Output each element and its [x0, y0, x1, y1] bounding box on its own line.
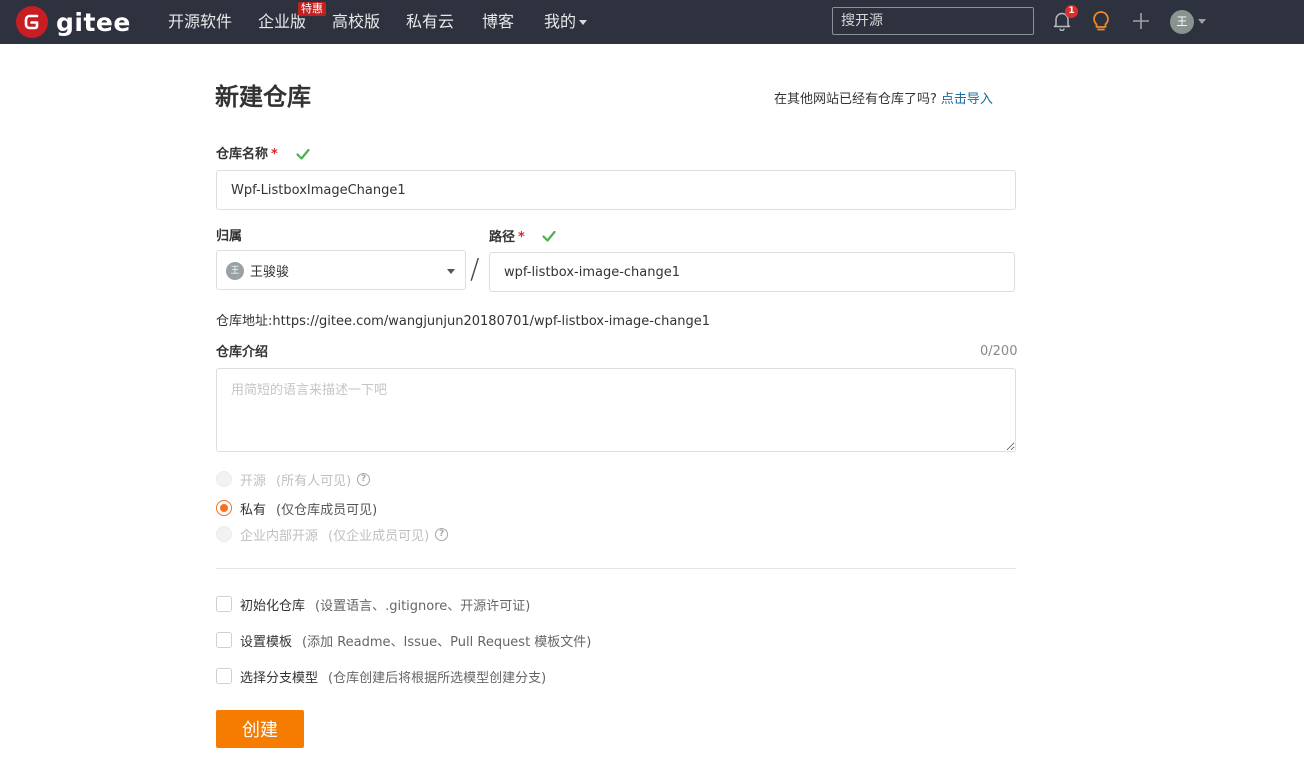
required-mark: *	[518, 230, 525, 245]
template-label: 设置模板	[240, 634, 293, 650]
template-sub: (添加 Readme、Issue、Pull Request 模板文件)	[302, 634, 592, 650]
create-button[interactable]: 创建	[216, 710, 304, 748]
repo-name-input[interactable]	[216, 170, 1016, 210]
visibility-internal-option[interactable]: 企业内部开源 (仅企业成员可见) ?	[216, 525, 449, 544]
help-icon[interactable]: ?	[357, 472, 371, 486]
path-separator: /	[470, 252, 480, 285]
promo-badge: 特惠	[298, 2, 326, 16]
radio-internal-sub: (仅企业成员可见)	[328, 528, 430, 544]
repo-name-label: 仓库名称 *	[216, 146, 278, 164]
help-icon[interactable]: ?	[435, 527, 449, 541]
top-navbar: gitee 开源软件 企业版 特惠 高校版 私有云 博客 我的 1 王	[0, 0, 1304, 44]
radio-private-sub: (仅仓库成员可见)	[276, 502, 378, 518]
visibility-public-option[interactable]: 开源 (所有人可见) ?	[216, 470, 371, 489]
radio-public[interactable]	[216, 471, 232, 487]
intro-textarea[interactable]	[216, 368, 1016, 452]
owner-select[interactable]: 王 王骏骏	[216, 250, 466, 290]
required-mark: *	[271, 147, 278, 162]
init-repo-option[interactable]: 初始化仓库 (设置语言、.gitignore、开源许可证)	[216, 595, 531, 614]
intro-char-counter: 0/200	[980, 344, 1018, 359]
branch-model-sub: (仓库创建后将根据所选模型创建分支)	[328, 670, 547, 686]
logo-text: gitee	[56, 7, 131, 37]
branch-model-option[interactable]: 选择分支模型 (仓库创建后将根据所选模型创建分支)	[216, 667, 547, 686]
path-label-text: 路径	[489, 230, 516, 245]
repo-address: 仓库地址:https://gitee.com/wangjunjun2018070…	[216, 310, 710, 329]
user-avatar[interactable]: 王	[1170, 10, 1194, 34]
init-repo-checkbox[interactable]	[216, 596, 232, 612]
import-hint-text: 在其他网站已经有仓库了吗?	[774, 92, 937, 107]
import-link[interactable]: 点击导入	[941, 92, 993, 107]
repo-address-label: 仓库地址:	[216, 314, 273, 329]
owner-label: 归属	[216, 229, 243, 244]
owner-name: 王骏骏	[250, 265, 290, 280]
nav-private-cloud[interactable]: 私有云	[406, 11, 454, 33]
template-checkbox[interactable]	[216, 632, 232, 648]
import-hint: 在其他网站已经有仓库了吗? 点击导入	[774, 88, 993, 107]
create-new-button[interactable]	[1129, 8, 1153, 34]
valid-check-icon	[296, 148, 310, 160]
nav-education[interactable]: 高校版	[332, 11, 380, 33]
nav-open-source[interactable]: 开源软件	[168, 11, 232, 33]
repo-name-label-text: 仓库名称	[216, 147, 269, 162]
visibility-private-option[interactable]: 私有 (仅仓库成员可见)	[216, 499, 378, 518]
nav-blog[interactable]: 博客	[482, 11, 514, 33]
nav-mine-dropdown[interactable]: 我的	[544, 11, 588, 33]
tips-button[interactable]	[1089, 8, 1113, 34]
valid-check-icon	[542, 230, 556, 242]
lightbulb-icon	[1093, 11, 1109, 31]
radio-private[interactable]	[216, 500, 232, 516]
template-option[interactable]: 设置模板 (添加 Readme、Issue、Pull Request 模板文件)	[216, 631, 592, 650]
chevron-down-icon	[579, 20, 588, 25]
radio-public-sub: (所有人可见)	[276, 473, 352, 489]
page-title: 新建仓库	[215, 83, 311, 111]
gitee-logo-icon	[16, 6, 48, 38]
radio-internal[interactable]	[216, 526, 232, 542]
radio-private-label: 私有	[240, 502, 267, 518]
nav-mine-label: 我的	[544, 12, 577, 31]
repo-address-url: https://gitee.com/wangjunjun20180701/wpf…	[272, 314, 711, 329]
notification-count-badge: 1	[1065, 5, 1078, 18]
owner-avatar: 王	[226, 262, 244, 280]
chevron-down-icon	[447, 269, 455, 274]
avatar-chevron-down-icon[interactable]	[1198, 19, 1206, 24]
gitee-logo[interactable]: gitee	[16, 5, 131, 39]
path-label: 路径 *	[489, 229, 525, 247]
radio-public-label: 开源	[240, 473, 267, 489]
radio-internal-label: 企业内部开源	[240, 528, 319, 544]
search-input[interactable]	[832, 7, 1034, 35]
plus-icon	[1133, 13, 1149, 29]
init-repo-sub: (设置语言、.gitignore、开源许可证)	[315, 598, 531, 614]
path-input[interactable]	[489, 252, 1015, 292]
branch-model-label: 选择分支模型	[240, 670, 319, 686]
init-repo-label: 初始化仓库	[240, 598, 306, 614]
branch-model-checkbox[interactable]	[216, 668, 232, 684]
section-divider	[216, 568, 1016, 569]
intro-label: 仓库介绍	[216, 345, 269, 360]
